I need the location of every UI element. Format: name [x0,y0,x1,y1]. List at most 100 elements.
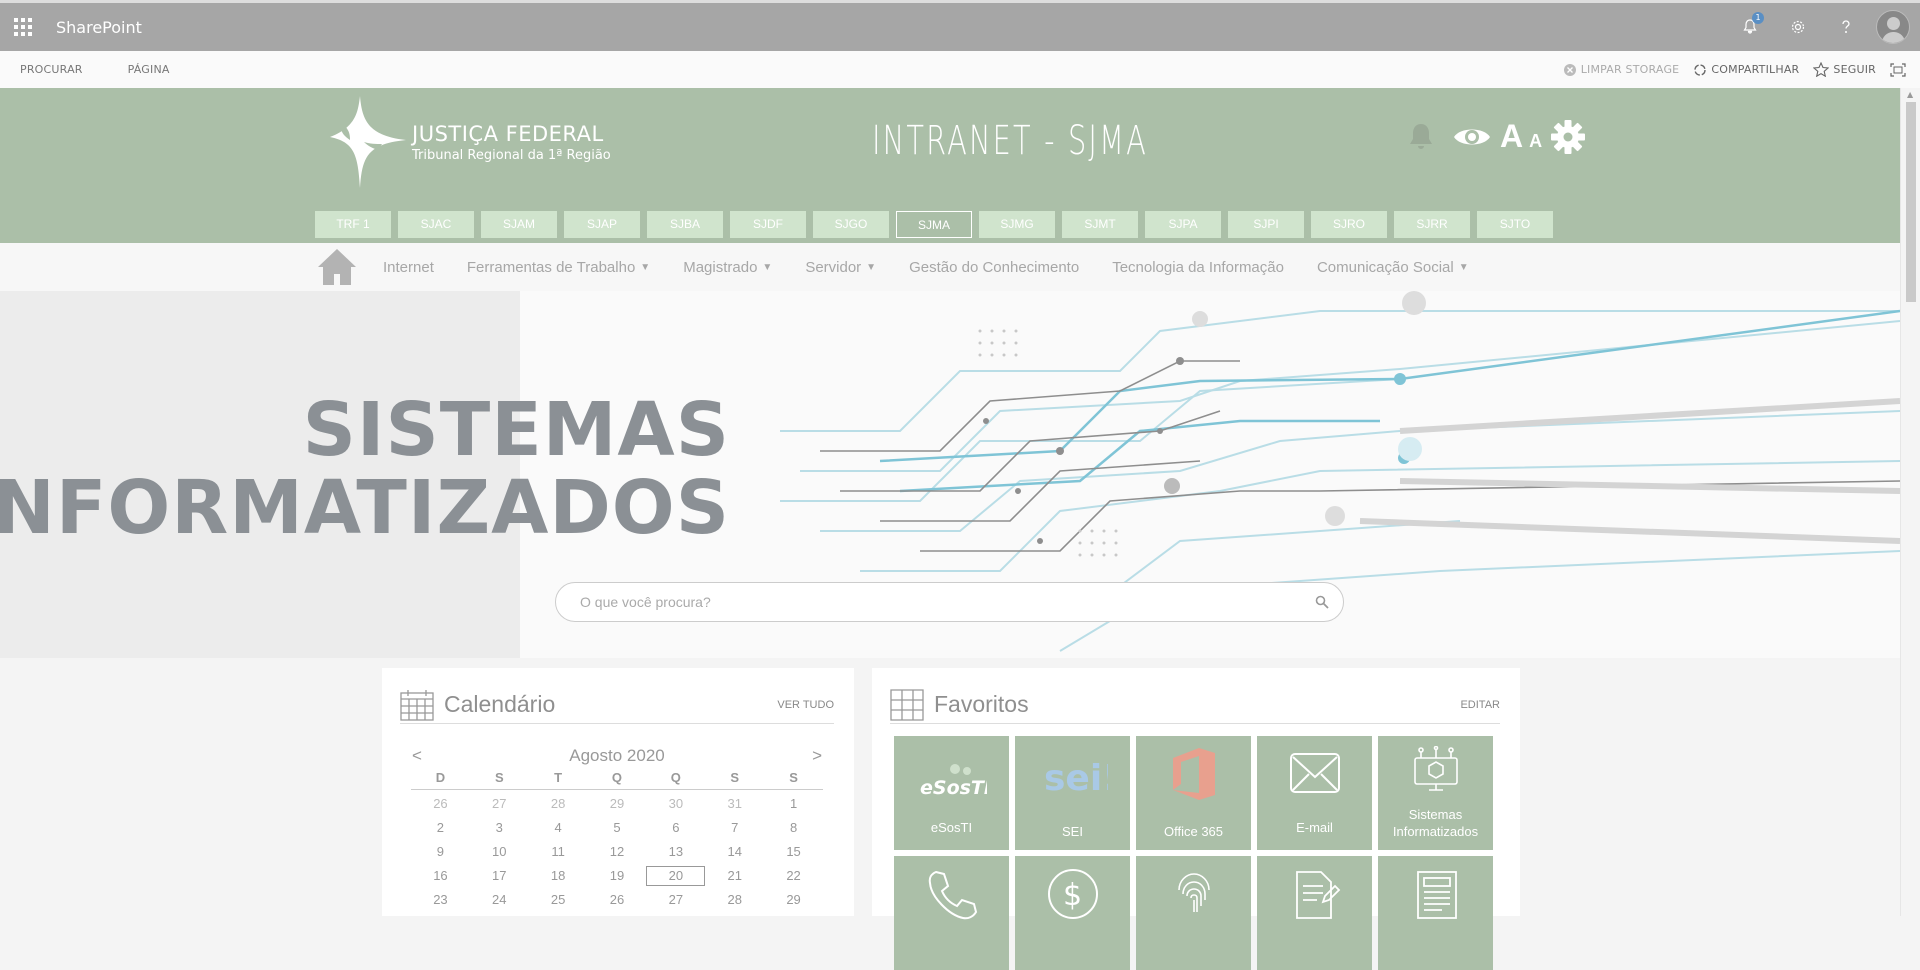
tile-financeiro[interactable]: $ [1015,856,1130,970]
calendar-next-button[interactable]: > [812,746,822,766]
tab-sjrr[interactable]: SJRR [1394,211,1470,238]
site-logo[interactable]: JUSTIÇA FEDERAL Tribunal Regional da 1ª … [320,92,611,192]
tile-noticias[interactable] [1378,856,1493,970]
font-decrease-button[interactable]: A [1529,131,1542,152]
calendar-day[interactable]: 2 [411,816,470,840]
scrollbar-thumb[interactable] [1906,102,1916,302]
calendar-day[interactable]: 9 [411,840,470,864]
calendar-day[interactable]: 19 [588,864,647,888]
eye-icon[interactable] [1452,124,1492,150]
tile-telefone[interactable] [894,856,1009,970]
share-button[interactable]: COMPARTILHAR [1693,63,1799,77]
tile-email[interactable]: E-mail [1257,736,1372,850]
clear-storage-button[interactable]: LIMPAR STORAGE [1563,63,1680,77]
gear-icon[interactable] [1550,119,1586,155]
tab-sjpa[interactable]: SJPA [1145,211,1221,238]
focus-mode-icon[interactable] [1890,62,1910,77]
tile-biometria[interactable] [1136,856,1251,970]
scroll-up-icon[interactable]: ▲ [1907,90,1913,99]
calendar-day[interactable]: 29 [588,792,647,816]
tab-sjgo[interactable]: SJGO [813,211,889,238]
weekday: S [789,770,798,785]
nav-comunicacao-social[interactable]: Comunicação Social ▼ [1317,259,1469,276]
calendar-day[interactable]: 17 [470,864,529,888]
tile-esosti[interactable]: eSosTI eSosTI [894,736,1009,850]
tile-documentos[interactable] [1257,856,1372,970]
user-avatar[interactable] [1876,10,1910,44]
tab-sjmg[interactable]: SJMG [979,211,1055,238]
ribbon-tab-page[interactable]: PÁGINA [128,63,170,76]
home-icon[interactable] [316,247,358,287]
calendar-day[interactable]: 26 [588,888,647,912]
settings-gear-icon[interactable] [1774,3,1822,51]
search-input[interactable] [580,594,1315,610]
calendar-day[interactable]: 27 [470,792,529,816]
calendar-day[interactable]: 27 [646,888,705,912]
calendar-day[interactable]: 26 [411,792,470,816]
suite-title[interactable]: SharePoint [56,18,142,37]
bell-icon[interactable] [1408,122,1434,152]
calendar-day-today[interactable]: 20 [646,866,706,886]
calendar-day[interactable]: 29 [764,888,823,912]
calendar-day[interactable]: 4 [529,816,588,840]
calendar-day[interactable]: 1 [764,792,823,816]
calendar-see-all-link[interactable]: VER TUDO [777,699,834,711]
tile-sistemas-informatizados[interactable]: Sistemas Informatizados [1378,736,1493,850]
weekday: S [730,770,740,785]
calendar-day[interactable]: 15 [764,840,823,864]
calendar-day[interactable]: 22 [764,864,823,888]
calendar-day[interactable]: 7 [705,816,764,840]
tab-sjma[interactable]: SJMA [896,211,972,238]
nav-servidor[interactable]: Servidor ▼ [805,259,876,276]
follow-button[interactable]: SEGUIR [1813,62,1876,77]
tab-sjmt[interactable]: SJMT [1062,211,1138,238]
calendar-prev-button[interactable]: < [412,746,422,766]
nav-gestao-conhecimento[interactable]: Gestão do Conhecimento [909,259,1079,276]
calendar-day[interactable]: 28 [705,888,764,912]
calendar-day[interactable]: 31 [705,792,764,816]
calendar-day[interactable]: 13 [646,840,705,864]
weekday: Q [611,770,623,785]
calendar-day[interactable]: 14 [705,840,764,864]
favorites-edit-link[interactable]: EDITAR [1460,699,1500,711]
search-icon[interactable] [1315,595,1329,609]
calendar-day[interactable]: 28 [529,792,588,816]
app-launcher-icon[interactable] [0,3,46,51]
tile-sei[interactable]: sei! SEI [1015,736,1130,850]
calendar-day[interactable]: 21 [705,864,764,888]
nav-ferramentas[interactable]: Ferramentas de Trabalho ▼ [467,259,650,276]
tab-sjac[interactable]: SJAC [398,211,474,238]
nav-internet[interactable]: Internet [383,259,434,276]
calendar-day[interactable]: 6 [646,816,705,840]
calendar-day[interactable]: 12 [588,840,647,864]
tab-trf1[interactable]: TRF 1 [315,211,391,238]
tab-sjdf[interactable]: SJDF [730,211,806,238]
calendar-day[interactable]: 16 [411,864,470,888]
calendar-day[interactable]: 8 [764,816,823,840]
calendar-day[interactable]: 5 [588,816,647,840]
font-increase-button[interactable]: A [1500,118,1523,155]
tab-sjam[interactable]: SJAM [481,211,557,238]
tab-sjap[interactable]: SJAP [564,211,640,238]
tab-sjto[interactable]: SJTO [1477,211,1553,238]
tab-sjpi[interactable]: SJPI [1228,211,1304,238]
tile-office-365[interactable]: Office 365 [1136,736,1251,850]
calendar-day[interactable]: 24 [470,888,529,912]
calendar-day[interactable]: 25 [529,888,588,912]
page-scrollbar[interactable]: ▲ [1900,88,1920,916]
nav-tecnologia-informacao[interactable]: Tecnologia da Informação [1112,259,1284,276]
tab-sjba[interactable]: SJBA [647,211,723,238]
calendar-day[interactable]: 30 [646,792,705,816]
ribbon-tab-browse[interactable]: PROCURAR [20,63,83,76]
nav-magistrado[interactable]: Magistrado ▼ [683,259,772,276]
calendar-day[interactable]: 23 [411,888,470,912]
calendar-day[interactable]: 18 [529,864,588,888]
tile-label: eSosTI [930,820,973,835]
calendar-day[interactable]: 11 [529,840,588,864]
tab-sjro[interactable]: SJRO [1311,211,1387,238]
calendar-day[interactable]: 10 [470,840,529,864]
star-icon [1813,62,1830,77]
calendar-day[interactable]: 3 [470,816,529,840]
notifications-icon[interactable]: 1 [1726,3,1774,51]
help-icon[interactable] [1822,3,1870,51]
